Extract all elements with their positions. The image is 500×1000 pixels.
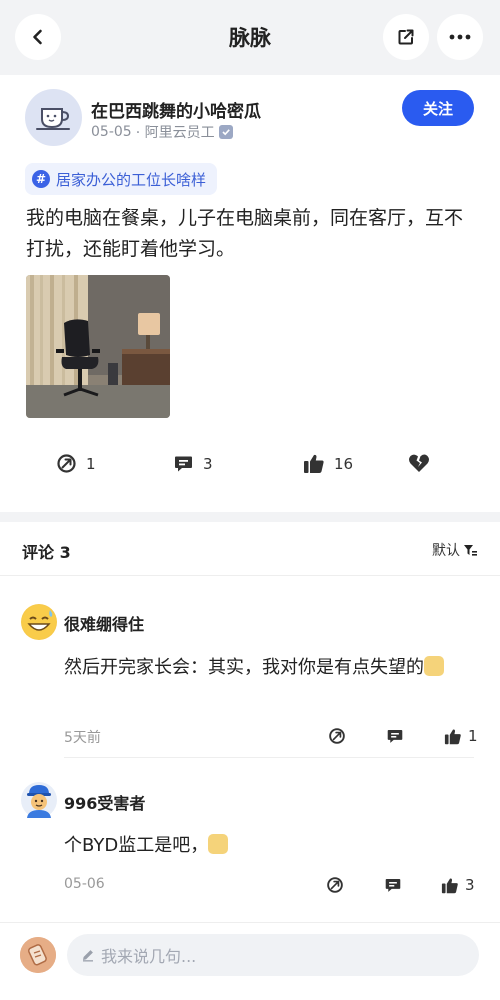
more-icon — [449, 34, 471, 40]
comments-title: 评论 3 — [22, 543, 71, 562]
my-avatar[interactable] — [20, 937, 56, 973]
verified-icon — [218, 125, 233, 139]
comment-icon — [385, 879, 401, 892]
grin-emoji-icon — [208, 834, 229, 854]
hashtag-icon: # — [32, 170, 50, 188]
post-text: 我的电脑在餐桌，儿子在电脑桌前，同在客厅，互不打扰，还能盯着他学习。 — [26, 207, 464, 260]
post-meta: 05-05 · 阿里云员工 — [91, 122, 233, 142]
user-avatar-icon — [20, 937, 56, 973]
commenter-name[interactable]: 很难绷得住 — [64, 611, 144, 635]
post-actions: 1 3 16 — [0, 453, 500, 481]
commenter-name[interactable]: 996受害者 — [64, 790, 145, 814]
comment-count: 3 — [203, 454, 213, 473]
dislike-action[interactable] — [408, 453, 430, 473]
sort-button[interactable]: 默认 — [432, 540, 477, 560]
broken-heart-icon — [409, 454, 429, 472]
sort-filter-icon — [464, 545, 477, 556]
repost-action[interactable]: 1 — [56, 453, 96, 474]
thumbs-up-icon — [304, 454, 324, 473]
comment-text: 然后开完家长会：其实，我对你是有点失望的 — [64, 654, 474, 682]
pencil-icon — [83, 950, 93, 962]
author-company: · 阿里云员工 — [135, 125, 215, 141]
repost-count: 1 — [86, 454, 96, 473]
repost-icon — [57, 454, 76, 473]
comment-item: 很难绷得住 然后开完家长会：其实，我对你是有点失望的 5天前 1 — [0, 576, 500, 758]
thumbs-up-icon — [444, 729, 461, 744]
comment-like-button[interactable]: 1 — [444, 727, 478, 745]
sort-label: 默认 — [432, 543, 460, 559]
like-action[interactable]: 16 — [303, 453, 353, 474]
topic-label: 居家办公的工位长啥样 — [56, 170, 207, 189]
post-image[interactable] — [26, 275, 170, 418]
comment-input[interactable]: 我来说几句... — [67, 934, 479, 976]
comments-header: 评论 3 默认 — [0, 522, 500, 576]
topic-tag[interactable]: # 居家办公的工位长啥样 — [25, 163, 218, 195]
cup-avatar-icon — [35, 107, 70, 130]
share-button[interactable] — [383, 14, 429, 60]
comment-like-count: 1 — [468, 727, 478, 745]
comment-text-body: 然后开完家长会：其实，我对你是有点失望的 — [64, 657, 424, 678]
comment-action[interactable]: 3 — [173, 453, 213, 474]
post-date: 05-05 — [91, 124, 132, 140]
comment-icon — [175, 456, 192, 472]
comment-input-placeholder: 我来说几句... — [101, 947, 197, 966]
thumbs-up-icon — [441, 878, 458, 893]
worker-emoji-icon — [27, 785, 51, 818]
top-bar: 脉脉 — [0, 0, 500, 75]
section-divider — [0, 512, 500, 522]
repost-icon — [329, 728, 345, 744]
author-avatar[interactable] — [25, 89, 82, 146]
like-count: 16 — [334, 454, 354, 473]
sweat-smile-emoji-icon — [22, 605, 56, 639]
share-icon — [398, 29, 414, 45]
comment-like-button[interactable]: 3 — [441, 876, 475, 894]
author-name[interactable]: 在巴西跳舞的小哈密瓜 — [91, 97, 261, 122]
commenter-avatar[interactable] — [21, 782, 57, 818]
comment-text-body: 个BYD监工是吧， — [64, 835, 209, 856]
post-card: 在巴西跳舞的小哈密瓜 05-05 · 阿里云员工 关注 # 居家办公的工位长啥样… — [0, 75, 500, 512]
repost-icon — [327, 877, 343, 893]
comment-time: 5天前 — [64, 730, 101, 746]
comment-text: 个BYD监工是吧， — [64, 832, 474, 860]
comment-reply-button[interactable] — [384, 876, 402, 894]
comment-item: 996受害者 个BYD监工是吧， 05-06 3 — [0, 758, 500, 908]
commenter-avatar[interactable] — [21, 604, 57, 640]
office-chair-photo — [26, 275, 170, 418]
follow-button[interactable]: 关注 — [402, 90, 474, 126]
grin-emoji-icon — [424, 656, 444, 676]
more-button[interactable] — [437, 14, 483, 60]
comment-like-count: 3 — [465, 876, 475, 894]
comment-composer: 我来说几句... — [0, 922, 500, 1000]
comment-repost-button[interactable] — [326, 876, 344, 894]
comment-icon — [387, 730, 403, 743]
comment-reply-button[interactable] — [386, 727, 404, 745]
comment-repost-button[interactable] — [328, 727, 346, 745]
comment-time: 05-06 — [64, 876, 105, 892]
